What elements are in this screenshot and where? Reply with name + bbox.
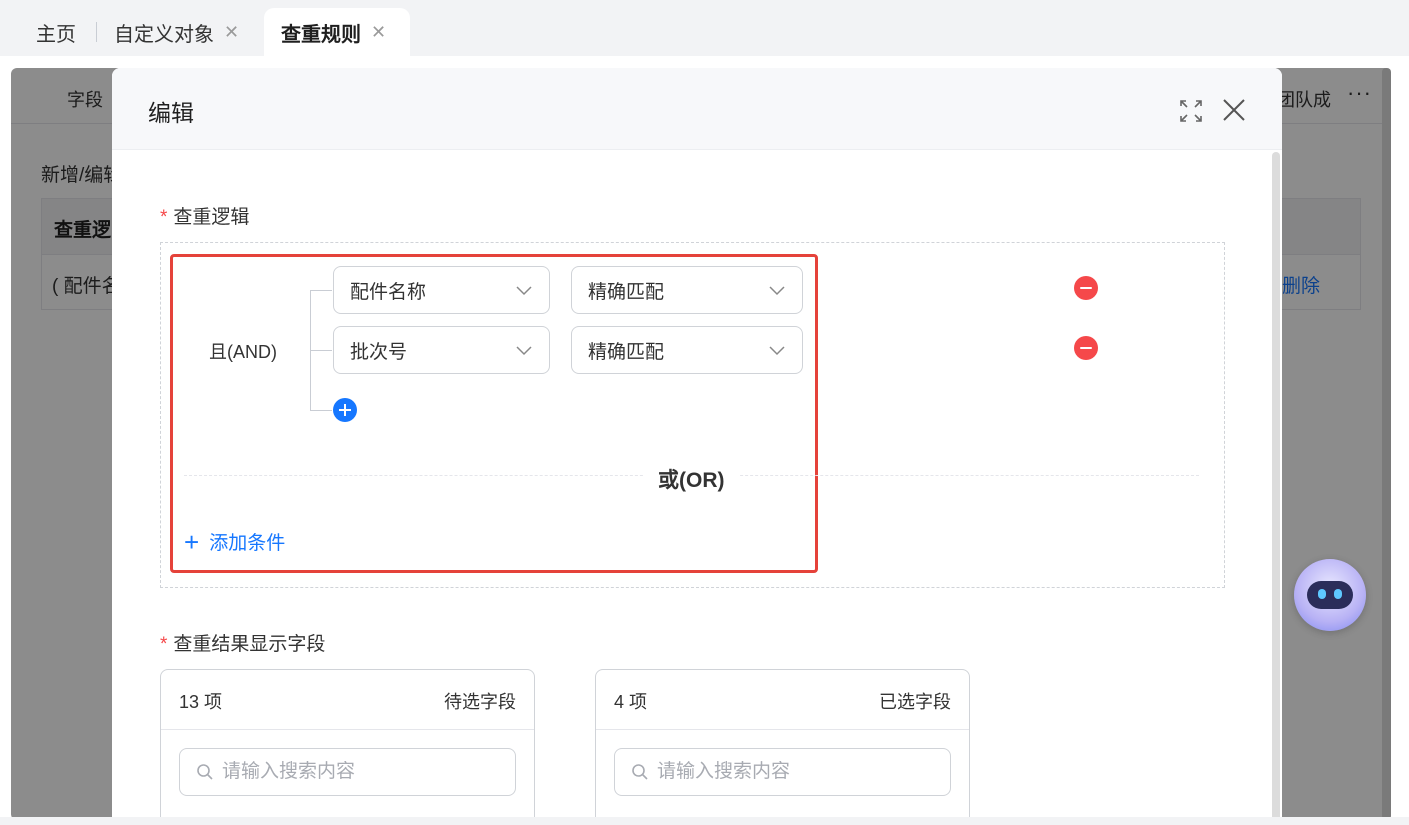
tab-home[interactable]: 主页: [36, 8, 76, 56]
add-condition-button[interactable]: + 添加条件: [184, 528, 285, 555]
match-select-value: 精确匹配: [588, 281, 665, 303]
transfer-title: 待选字段: [444, 692, 516, 712]
tab-duplicate-rules-label: 查重规则: [281, 23, 361, 46]
add-condition-label: 添加条件: [209, 533, 286, 554]
chevron-down-icon: [769, 346, 785, 356]
transfer-header: 13 项 待选字段: [161, 670, 534, 730]
transfer-selected: 4 项 已选字段: [595, 669, 970, 825]
transfer-title: 已选字段: [879, 692, 951, 712]
field-select[interactable]: 配件名称: [333, 266, 550, 314]
field-select-value: 配件名称: [350, 281, 427, 303]
robot-icon[interactable]: [1294, 559, 1366, 631]
field-select-value: 批次号: [350, 341, 408, 363]
logic-label: 查重逻辑: [173, 207, 250, 228]
search-icon: [197, 764, 213, 780]
tree-branch: [310, 350, 332, 351]
tab-home-label: 主页: [36, 23, 76, 46]
search-box[interactable]: [614, 748, 951, 796]
tab-close-icon[interactable]: ✕: [371, 22, 386, 43]
search-input[interactable]: [657, 761, 927, 783]
robot-face: [1307, 581, 1353, 609]
modal-header: 编辑: [112, 68, 1282, 150]
tab-bar: 主页 自定义对象 ✕ 查重规则 ✕: [0, 0, 1409, 56]
and-label: 且(AND): [209, 342, 277, 362]
tab-duplicate-rules[interactable]: 查重规则 ✕: [264, 8, 410, 56]
result-label-row: * 查重结果显示字段: [160, 629, 325, 656]
bottom-bar: [0, 817, 1409, 825]
field-select[interactable]: 批次号: [333, 326, 550, 374]
search-box[interactable]: [179, 748, 516, 796]
add-sub-condition-icon[interactable]: [333, 398, 357, 422]
transfer-available: 13 项 待选字段: [160, 669, 535, 825]
remove-condition-icon[interactable]: [1074, 336, 1098, 360]
or-label: 或(OR): [644, 464, 739, 494]
transfer-header: 4 项 已选字段: [596, 670, 969, 730]
robot-eye: [1318, 589, 1326, 599]
tree-branch: [310, 290, 332, 291]
page-scrollbar[interactable]: [1382, 68, 1391, 820]
tab-close-icon[interactable]: ✕: [224, 22, 239, 43]
transfer-count: 13 项: [179, 692, 223, 712]
modal-title: 编辑: [148, 100, 194, 126]
result-label: 查重结果显示字段: [173, 634, 326, 655]
robot-eye: [1334, 589, 1342, 599]
transfer-count: 4 项: [614, 692, 648, 712]
search-icon: [632, 764, 648, 780]
chevron-down-icon: [516, 346, 532, 356]
chevron-down-icon: [516, 286, 532, 296]
tab-custom-object[interactable]: 自定义对象 ✕: [114, 8, 239, 56]
plus-icon: +: [184, 526, 200, 557]
close-icon[interactable]: [1220, 96, 1248, 124]
required-mark: *: [160, 634, 168, 655]
logic-label-row: * 查重逻辑: [160, 202, 249, 229]
required-mark: *: [160, 207, 168, 228]
remove-condition-icon[interactable]: [1074, 276, 1098, 300]
tab-custom-object-label: 自定义对象: [114, 23, 214, 46]
tab-divider: [96, 22, 97, 42]
modal-scrollbar[interactable]: [1272, 152, 1280, 825]
expand-icon[interactable]: [1178, 98, 1204, 124]
match-select[interactable]: 精确匹配: [571, 326, 803, 374]
chevron-down-icon: [769, 286, 785, 296]
edit-modal: 编辑 *查重逻辑 且(AND) 配件名称 精确匹配 批次号 精确匹配 或(OR: [112, 68, 1282, 825]
search-input[interactable]: [222, 761, 492, 783]
tree-branch: [310, 410, 332, 411]
match-select[interactable]: 精确匹配: [571, 266, 803, 314]
match-select-value: 精确匹配: [588, 341, 665, 363]
